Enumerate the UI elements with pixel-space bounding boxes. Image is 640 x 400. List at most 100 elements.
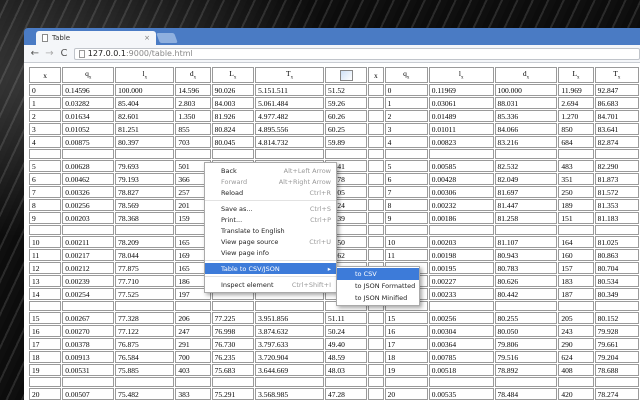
table-cell: 205 [558,312,594,324]
table-cell: 0.00256 [62,199,115,211]
table-cell: 78.274 [594,388,639,400]
table-cell: 50.24 [324,325,368,337]
table-cell: 2.803 [175,97,211,109]
table-cell [211,377,255,387]
table-cell [384,149,428,159]
table-cell: 5 [384,160,428,172]
table-cell [324,377,368,387]
table-cell: 0.00186 [428,212,494,224]
table-cell: 81.107 [494,236,558,248]
table-cell: 684 [558,136,594,148]
table-cell: 624 [558,351,594,363]
table-cell: 0.00875 [62,136,115,148]
tab-title: Table [52,34,71,42]
table-cell: 15 [29,312,62,324]
menu-item-view-page-info[interactable]: View page info [205,247,336,258]
table-cell: 3.644.669 [255,364,324,376]
menu-item-table-to-csv-json[interactable]: Table to CSV/JSON ▸ [205,263,336,274]
forward-button[interactable]: → [45,48,55,59]
table-cell: 0.00232 [428,199,494,211]
browser-toolbar: ← → C 127.0.0.1:9000/table.html [24,45,640,63]
table-cell: 18 [29,351,62,363]
table-cell: 2 [29,110,62,122]
submenu-item-to-json-formatted[interactable]: to JSON Formatted [337,280,419,292]
menu-item-forward[interactable]: Forward Alt+Right Arrow [205,176,336,187]
table-cell: 76.998 [211,325,255,337]
table-cell: 80.824 [211,123,255,135]
table-cell: 80.397 [115,136,175,148]
table-row: 18 0.00913 76.584 700 76.235 3.720.904 48.59 18… [29,351,639,363]
table-cell: 77.122 [115,325,175,337]
table-cell [494,225,558,235]
table-cell: 5 [29,160,62,172]
menu-item-label: Reload [221,188,244,197]
table-cell: 80.943 [494,249,558,261]
table-cell [62,149,115,159]
table-cell: 84.003 [211,97,255,109]
table-cell [368,249,384,261]
table-cell: 48.03 [324,364,368,376]
close-tab-icon[interactable]: × [144,34,150,42]
menu-item-reload[interactable]: Reload Ctrl+R [205,187,336,198]
menu-item-back[interactable]: Back Alt+Left Arrow [205,165,336,176]
table-cell [594,225,639,235]
menu-item-save-as[interactable]: Save as... Ctrl+S [205,203,336,214]
table-cell [29,377,62,387]
reload-button[interactable]: C [59,48,69,59]
back-button[interactable]: ← [30,48,40,59]
table-cell: 247 [175,325,211,337]
menu-item-shortcut: Ctrl+P [310,215,331,224]
table-cell: 80.045 [211,136,255,148]
table-cell: 5.151.511 [255,84,324,96]
table-cell: 76.584 [115,351,175,363]
table-row: 16 0.00270 77.122 247 76.998 3.874.632 50.24 16… [29,325,639,337]
table-cell: 4.977.482 [255,110,324,122]
table-cell: 0.00227 [428,275,494,287]
table-cell [29,149,62,159]
table-cell: 82.049 [494,173,558,185]
menu-item-shortcut: Alt+Right Arrow [278,177,331,186]
table-cell: 0.00254 [62,288,115,300]
url-path: :9000/table.html [125,49,193,58]
menu-item-view-page-source[interactable]: View page source Ctrl+U [205,236,336,247]
address-bar[interactable]: 127.0.0.1:9000/table.html [73,47,640,60]
table-cell: 16 [384,325,428,337]
spacer-row [29,149,639,159]
spacer-row [29,301,639,311]
table-cell: 0.00267 [62,312,115,324]
table-cell: 0.01489 [428,110,494,122]
table-cell: 80.704 [594,262,639,274]
table-cell: 0.00270 [62,325,115,337]
table-cell [62,225,115,235]
table-cell: 49.40 [324,338,368,350]
page-icon [78,49,85,58]
table-cell: 79.661 [594,338,639,350]
menu-item-shortcut: Ctrl+U [309,237,331,246]
menu-item-inspect-element[interactable]: Inspect element Ctrl+Shift+I [205,279,336,290]
table-cell: 77.525 [115,288,175,300]
menu-item-translate-to-english[interactable]: Translate to English [205,225,336,236]
table-cell [115,149,175,159]
table-cell [368,325,384,337]
table-cell: 80.783 [494,262,558,274]
table-cell: 5.061.484 [255,97,324,109]
new-tab-button[interactable] [156,33,178,43]
menu-item-print[interactable]: Print... Ctrl+P [205,214,336,225]
table-cell: 11.969 [558,84,594,96]
table-cell: 59.89 [324,136,368,148]
table-row: 0 0.14596 100.000 14.596 90.026 5.151.511 51.5… [29,84,639,96]
tab-table[interactable]: Table × [36,31,156,45]
submenu-item-to-csv[interactable]: to CSV [337,268,419,280]
menu-item-label: Forward [221,177,248,186]
menu-separator [205,276,336,277]
table-cell: 9 [384,212,428,224]
table-cell [594,149,639,159]
table-cell: 51.11 [324,312,368,324]
table-cell [211,149,255,159]
table-cell: 250 [558,186,594,198]
table-cell: 80.534 [594,275,639,287]
table-cell: 79.928 [594,325,639,337]
submenu-item-to-json-minified[interactable]: to JSON Minified [337,292,419,304]
table-cell: 85.336 [494,110,558,122]
table-cell: 151 [558,212,594,224]
